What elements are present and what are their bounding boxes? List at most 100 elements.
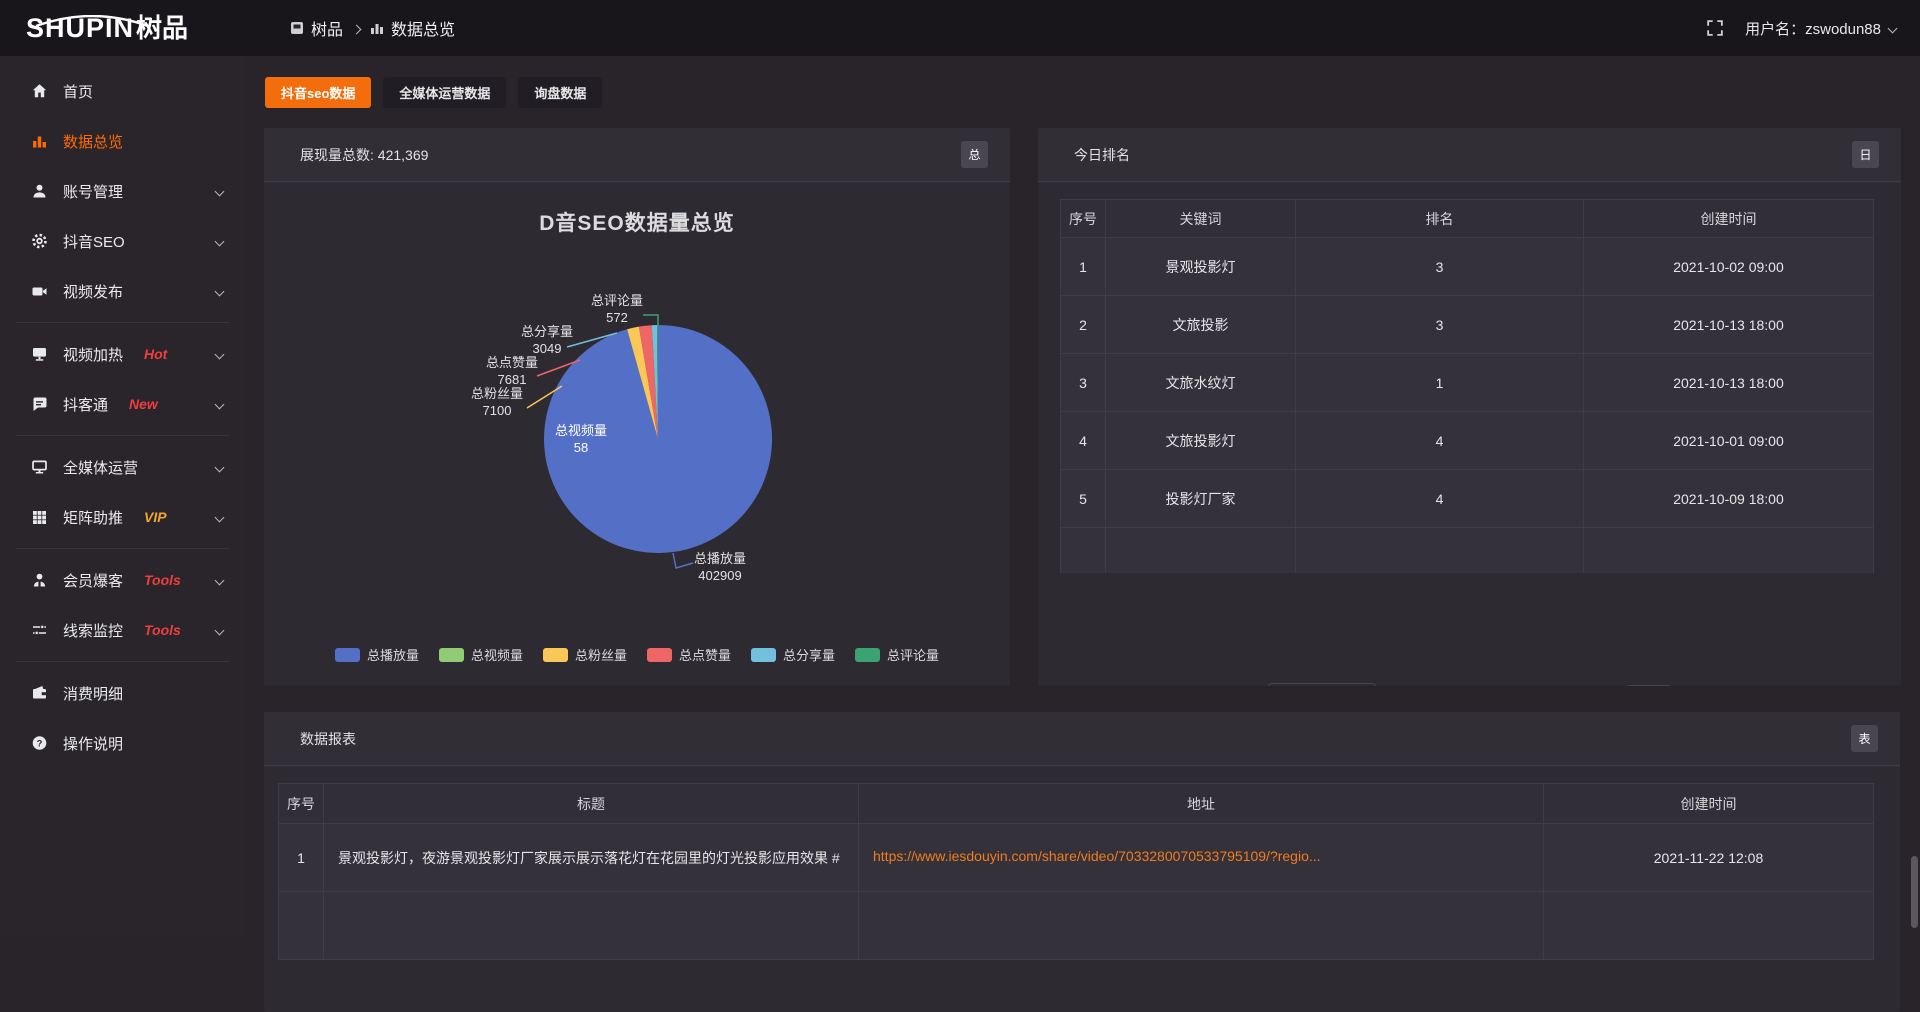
sidebar-item-badge: Tools <box>144 622 181 638</box>
legend-item-3[interactable]: 总点赞量 <box>647 645 731 664</box>
sidebar-item-sliders[interactable]: 线索监控Tools <box>0 605 245 655</box>
sidebar-item-question[interactable]: ?操作说明 <box>0 718 245 768</box>
sidebar-item-label: 视频发布 <box>63 281 123 302</box>
tab-2[interactable]: 询盘数据 <box>518 77 602 108</box>
sidebar-item-badge: Tools <box>144 572 181 588</box>
data-report-card: 数据报表 表 序号标题地址创建时间 1景观投影灯，夜游景观投影灯厂家展示展示落花… <box>264 712 1900 1012</box>
scrollbar-thumb[interactable] <box>1911 856 1918 928</box>
sidebar-item-label: 抖客通 <box>63 394 108 415</box>
chevron-down-icon <box>1888 23 1898 33</box>
legend-swatch-icon <box>543 648 568 662</box>
table-cell: 投影灯厂家 <box>1106 470 1296 528</box>
table-row: 3文旅水纹灯12021-10-13 18:00 <box>1061 354 1874 412</box>
sidebar-item-wallet[interactable]: 消费明细 <box>0 668 245 718</box>
column-header: 关键词 <box>1106 200 1296 238</box>
table-cell <box>1544 892 1874 960</box>
breadcrumb-separator-icon <box>352 24 362 34</box>
table-cell <box>279 892 324 960</box>
data-report-table: 序号标题地址创建时间 1景观投影灯，夜游景观投影灯厂家展示展示落花灯在花园里的灯… <box>278 783 1874 960</box>
pie-icon <box>264 183 1010 686</box>
question-icon: ? <box>30 735 48 751</box>
table-cell: 4 <box>1296 412 1584 470</box>
table-cell: 1 <box>1061 238 1106 296</box>
sidebar-item-member[interactable]: 会员爆客 Tools <box>0 555 245 605</box>
legend-item-2[interactable]: 总粉丝量 <box>543 645 627 664</box>
sidebar-item-monitor[interactable]: 视频加热Hot <box>0 329 245 379</box>
sidebar: 首页数据总览账号管理抖音SEO 视频发布视频加热Hot抖客通New 全媒体运营矩阵助… <box>0 56 245 936</box>
legend-swatch-icon <box>439 648 464 662</box>
sidebar-item-chat[interactable]: 抖客通New <box>0 379 245 429</box>
breadcrumb-root[interactable]: 树品 <box>290 16 343 40</box>
gear-icon <box>30 233 48 249</box>
fullscreen-icon[interactable] <box>1707 20 1723 36</box>
table-cell: 2021-10-09 18:00 <box>1584 470 1874 528</box>
rank-card-title: 今日排名 <box>1074 145 1130 165</box>
sidebar-item-grid[interactable]: 矩阵助推VIP <box>0 492 245 542</box>
video-icon <box>30 283 48 299</box>
total-badge-button[interactable]: 总 <box>961 141 988 168</box>
legend-item-0[interactable]: 总播放量 <box>335 645 419 664</box>
table-cell: 文旅水纹灯 <box>1106 354 1296 412</box>
tab-1[interactable]: 全媒体运营数据 <box>383 77 506 108</box>
column-header: 序号 <box>1061 200 1106 238</box>
table-row <box>1061 528 1874 574</box>
pie-label-1: 总视频量58 <box>555 422 607 456</box>
table-cell: 2 <box>1061 296 1106 354</box>
chat-icon <box>30 396 48 412</box>
grid-icon <box>30 509 48 525</box>
day-badge-button[interactable]: 日 <box>1852 141 1879 168</box>
bar-chart-icon <box>30 133 48 149</box>
chevron-down-icon <box>215 186 225 196</box>
table-cell: 文旅投影 <box>1106 296 1296 354</box>
sidebar-item-bar-chart[interactable]: 数据总览 <box>0 116 245 166</box>
user-icon <box>30 183 48 199</box>
seo-pie-chart: D音SEO数据量总览 总播放量总视频量总粉丝量总点赞量总分享量总评论量 总播放量… <box>264 183 1010 686</box>
table-cell: 5 <box>1061 470 1106 528</box>
chevron-down-icon <box>215 236 225 246</box>
sidebar-item-user[interactable]: 账号管理 <box>0 166 245 216</box>
sidebar-item-label: 会员爆客 <box>63 570 123 591</box>
goto-page-input[interactable] <box>1626 685 1672 686</box>
sidebar-item-gear[interactable]: 抖音SEO <box>0 216 245 266</box>
sidebar-item-label: 首页 <box>63 81 93 102</box>
legend-item-5[interactable]: 总评论量 <box>855 645 939 664</box>
table-cell: 4 <box>1061 412 1106 470</box>
page-size-select[interactable]: 10条/页 <box>1268 683 1376 686</box>
today-rank-card: 今日排名 日 序号关键词排名创建时间 1景观投影灯32021-10-02 09:… <box>1038 128 1901 686</box>
legend-item-4[interactable]: 总分享量 <box>751 645 835 664</box>
video-link[interactable]: https://www.iesdouyin.com/share/video/70… <box>873 848 1321 864</box>
sidebar-item-badge: VIP <box>144 509 167 525</box>
table-cell <box>1584 528 1874 574</box>
chevron-down-icon <box>215 399 225 409</box>
table-cell <box>1296 528 1584 574</box>
table-cell <box>1061 528 1106 574</box>
page-scrollbar[interactable] <box>1911 56 1918 936</box>
table-cell: 2021-10-13 18:00 <box>1584 354 1874 412</box>
column-header: 序号 <box>279 784 324 824</box>
member-icon <box>30 572 48 588</box>
table-badge-button[interactable]: 表 <box>1851 725 1878 752</box>
top-bar: SHUPIN 树品 树品 数据总览 用户名：zswodun88 <box>0 0 1920 56</box>
breadcrumb-current[interactable]: 数据总览 <box>370 16 455 40</box>
sidebar-item-badge: Hot <box>144 346 167 362</box>
legend-item-1[interactable]: 总视频量 <box>439 645 523 664</box>
chart-legend: 总播放量 总视频量 总粉丝量 总点赞量 总分享量 总评论量 <box>264 645 1010 664</box>
chevron-down-icon <box>215 462 225 472</box>
sidebar-item-label: 抖音SEO <box>63 231 125 252</box>
sidebar-item-screen[interactable]: 全媒体运营 <box>0 442 245 492</box>
sidebar-divider <box>16 435 229 436</box>
column-header: 排名 <box>1296 200 1584 238</box>
table-cell: 景观投影灯，夜游景观投影灯厂家展示展示落花灯在花园里的灯光投影应用效果 # <box>324 824 859 892</box>
sidebar-item-label: 全媒体运营 <box>63 457 138 478</box>
chevron-down-icon <box>215 349 225 359</box>
table-cell: 3 <box>1296 238 1584 296</box>
data-tabs: 抖音seo数据全媒体运营数据询盘数据 <box>265 77 602 108</box>
user-menu[interactable]: 用户名：zswodun88 <box>1745 18 1896 39</box>
sidebar-item-home[interactable]: 首页 <box>0 66 245 116</box>
sidebar-item-video[interactable]: 视频发布 <box>0 266 245 316</box>
chevron-down-icon <box>215 286 225 296</box>
table-cell: 4 <box>1296 470 1584 528</box>
board-icon <box>290 21 304 35</box>
tab-0[interactable]: 抖音seo数据 <box>265 77 371 108</box>
logo-arc-icon <box>30 15 154 27</box>
